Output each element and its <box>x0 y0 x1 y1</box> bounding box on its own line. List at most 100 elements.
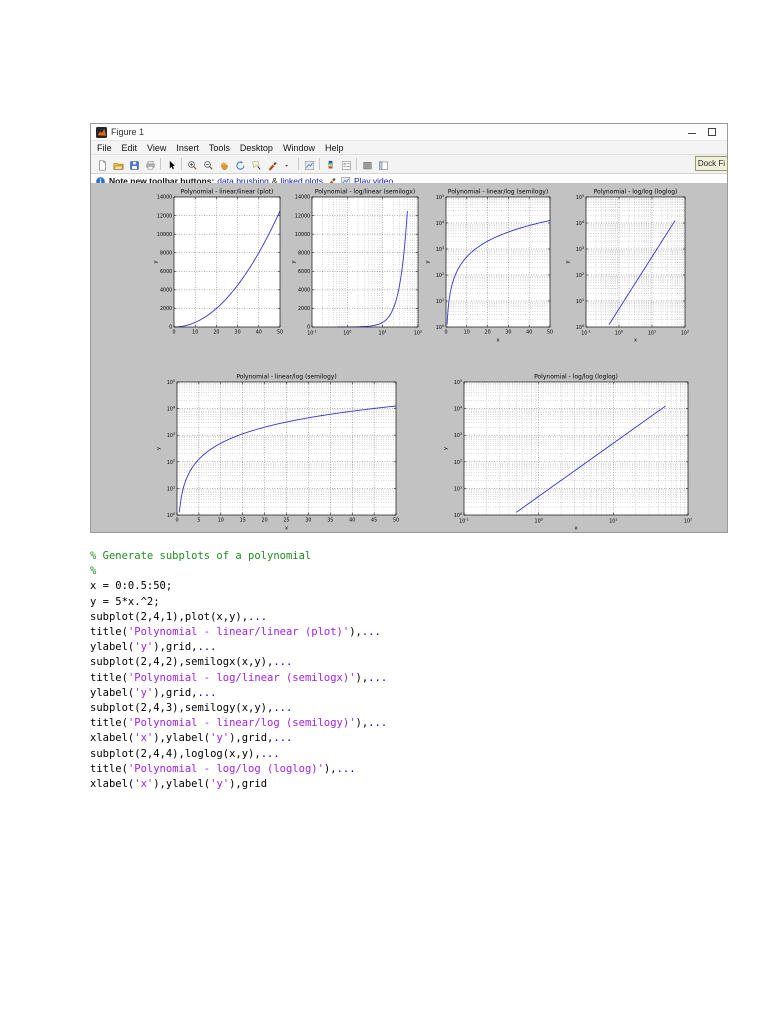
zoom-out-button[interactable] <box>200 157 216 172</box>
zoom-in-button[interactable] <box>184 157 200 172</box>
show-plot-tools-button[interactable] <box>375 157 391 172</box>
svg-text:50: 50 <box>277 330 283 336</box>
cursor-button[interactable] <box>163 157 179 172</box>
subplot-grid: 0 10 20 30 40 5002000400060008000100001200014… <box>153 189 692 532</box>
svg-text:102: 102 <box>681 329 689 336</box>
svg-text:101: 101 <box>379 329 387 336</box>
svg-text:40: 40 <box>349 518 355 524</box>
code-line: y = 5*x.^2; <box>90 595 160 608</box>
code-line: ylabel('y'),grid,... <box>90 686 217 699</box>
code-line: xlabel('x'),ylabel('y'),grid,... <box>90 732 293 745</box>
zoom-out-icon <box>203 159 214 170</box>
menu-item-window[interactable]: Window <box>283 143 315 153</box>
svg-text:100: 100 <box>167 512 175 519</box>
menu-item-help[interactable]: Help <box>325 143 344 153</box>
code-line: subplot(2,4,4),loglog(x,y),... <box>90 747 280 760</box>
subplot-title: Polynomial - linear/log (semilogy) <box>236 374 336 381</box>
y-axis-label: y <box>565 260 571 263</box>
svg-text:14000: 14000 <box>295 195 310 201</box>
svg-text:50: 50 <box>393 518 399 524</box>
svg-text:2000: 2000 <box>298 306 310 312</box>
svg-text:4000: 4000 <box>298 288 310 294</box>
svg-text:5: 5 <box>197 518 200 524</box>
svg-text:105: 105 <box>167 379 175 386</box>
menu-item-edit[interactable]: Edit <box>122 143 138 153</box>
brush-icon <box>267 159 278 171</box>
subplot-title: Polynomial - log/log (loglog) <box>594 189 678 196</box>
colorbar-icon <box>325 159 336 170</box>
linked-plots-icon <box>304 159 315 170</box>
linked-plots-button[interactable] <box>301 157 317 172</box>
code-line: title('Polynomial - linear/log (semilogy… <box>90 717 388 730</box>
subplot-2: 10-1100101102020004000600080001000012000… <box>291 189 422 337</box>
code-line: % <box>90 565 97 578</box>
svg-text:30: 30 <box>505 330 511 336</box>
code-line: subplot(2,4,2),semilogx(x,y),... <box>90 656 293 669</box>
menu-item-desktop[interactable]: Desktop <box>240 143 273 153</box>
datatip-button[interactable] <box>248 157 264 172</box>
svg-text:0: 0 <box>444 330 447 336</box>
toolbar-separator <box>181 158 182 170</box>
minimize-button[interactable] <box>688 128 696 136</box>
svg-text:25: 25 <box>283 518 289 524</box>
svg-text:103: 103 <box>167 432 175 439</box>
rotate-3d-icon <box>235 159 246 170</box>
open-folder-icon <box>112 159 124 170</box>
pan-icon <box>219 159 230 170</box>
y-axis-label: y <box>443 447 449 450</box>
svg-text:102: 102 <box>454 459 462 466</box>
y-axis-label: y <box>425 260 431 263</box>
svg-text:100: 100 <box>454 512 462 519</box>
svg-text:12000: 12000 <box>295 213 310 219</box>
colorbar-button[interactable] <box>322 157 338 172</box>
matlab-app-icon <box>96 126 107 138</box>
cursor-icon <box>166 159 177 170</box>
svg-text:101: 101 <box>648 329 656 336</box>
matlab-code-listing: % Generate subplots of a polynomial% x = … <box>90 549 387 792</box>
svg-text:104: 104 <box>436 220 444 227</box>
subplot-1: 0 10 20 30 40 50 0 2000 4000 6000 8000 10000 12000 14… <box>153 189 283 336</box>
svg-text:105: 105 <box>454 379 462 386</box>
svg-text:102: 102 <box>576 272 584 279</box>
legend-button[interactable] <box>338 157 354 172</box>
svg-text:2000: 2000 <box>160 306 172 312</box>
subplot-title: Polynomial - linear/linear (plot) <box>181 189 274 196</box>
open-folder-button[interactable] <box>110 157 126 172</box>
subplot-4: 10-1100101102100101102103104105Polynomia… <box>565 189 689 344</box>
dropdown-arrow-icon <box>283 159 294 170</box>
restore-button[interactable] <box>708 128 716 136</box>
print-button[interactable] <box>142 157 158 172</box>
dock-figure-button[interactable]: Dock Fi <box>694 156 728 171</box>
svg-text:8000: 8000 <box>298 250 310 256</box>
x-axis-label: x <box>285 526 288 532</box>
toolbar-separator <box>319 158 320 170</box>
save-button[interactable] <box>126 157 142 172</box>
dropdown-arrow-button[interactable] <box>280 157 296 172</box>
svg-text:12000: 12000 <box>157 213 172 219</box>
brush-button[interactable] <box>264 157 280 172</box>
svg-text:6000: 6000 <box>298 269 310 275</box>
menu-item-insert[interactable]: Insert <box>176 143 199 153</box>
svg-text:20: 20 <box>213 330 219 336</box>
menu-item-tools[interactable]: Tools <box>209 143 230 153</box>
svg-text:10-1: 10-1 <box>581 329 591 336</box>
code-line: ylabel('y'),grid,... <box>90 641 217 654</box>
save-icon <box>129 159 140 170</box>
zoom-in-icon <box>187 159 198 170</box>
rotate-3d-button[interactable] <box>232 157 248 172</box>
hide-plot-tools-button[interactable] <box>359 157 375 172</box>
y-axis-label: y <box>156 447 162 450</box>
new-document-button[interactable] <box>94 157 110 172</box>
svg-text:30: 30 <box>305 518 311 524</box>
toolbar-separator <box>356 158 357 170</box>
show-plot-tools-icon <box>378 159 389 170</box>
subplot-6: 10-1100101102100101102103104105Polynomia… <box>443 374 692 532</box>
y-axis-label: y <box>291 260 297 263</box>
figure-canvas: 0 10 20 30 40 50 0 2000 4000 6000 8000 10000 12000 14… <box>91 183 727 532</box>
menu-item-file[interactable]: File <box>97 143 112 153</box>
menu-item-view[interactable]: View <box>147 143 166 153</box>
pan-button[interactable] <box>216 157 232 172</box>
svg-text:30: 30 <box>235 330 241 336</box>
svg-text:105: 105 <box>576 194 584 201</box>
svg-text:101: 101 <box>167 485 175 492</box>
